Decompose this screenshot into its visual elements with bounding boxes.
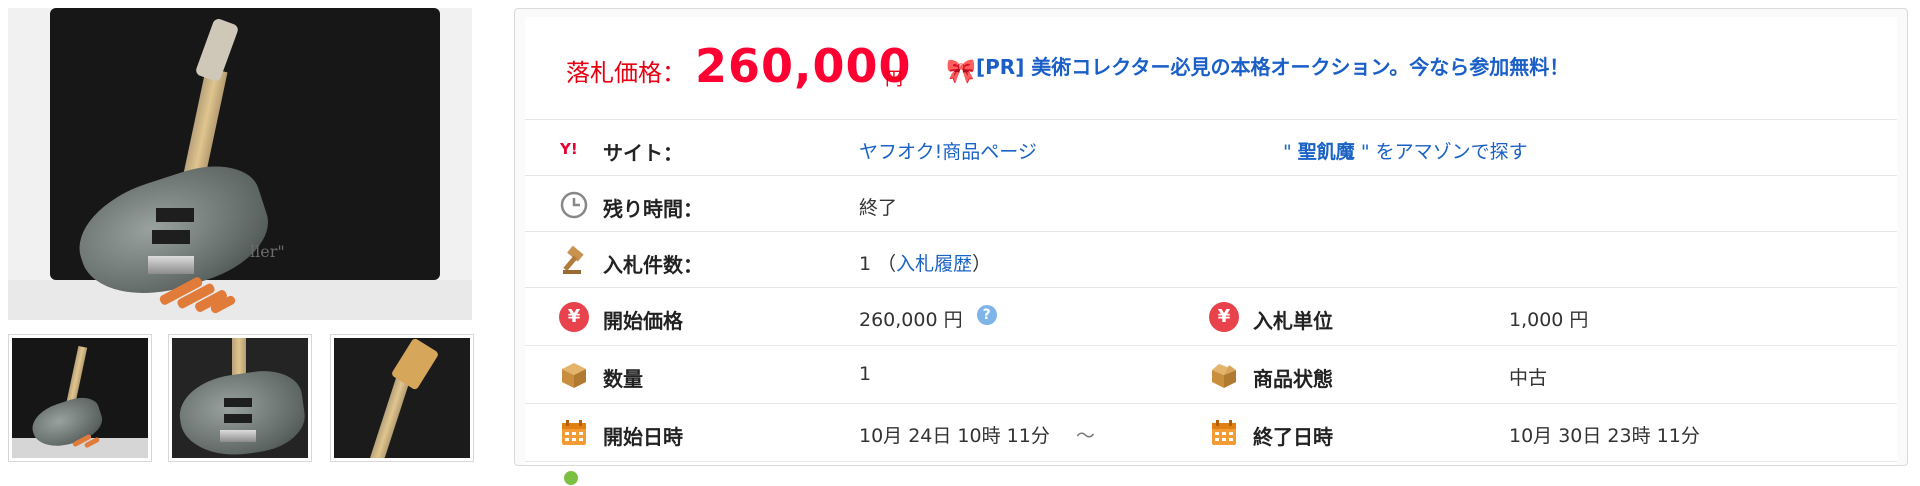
bid-count-number: 1 — [859, 253, 872, 275]
bid-unit-label: 入札単位 — [1253, 309, 1333, 333]
amazon-search-suffix: " をアマゾンで探す — [1354, 141, 1528, 163]
thumbnail-1[interactable] — [8, 334, 152, 462]
yen-icon: ¥ — [1209, 302, 1239, 332]
condition-label: 商品状態 — [1253, 367, 1333, 391]
price-details-row: ¥ 開始価格 260,000 円? ¥ 入札単位 1,000 円 — [525, 287, 1897, 346]
clock-icon — [560, 191, 588, 219]
quantity-label: 数量 — [603, 367, 643, 391]
next-row-partial — [525, 461, 1897, 485]
amazon-search-quote-open: " — [1283, 141, 1298, 163]
amazon-search-link[interactable]: " 聖飢魔 " をアマゾンで探す — [1283, 137, 1528, 164]
yahoo-auction-page-link[interactable]: ヤフオク!商品ページ — [859, 137, 1037, 164]
open-box-icon — [1212, 364, 1236, 388]
remaining-time-value: 終了 — [859, 197, 898, 219]
bid-history-paren-open: （ — [877, 253, 897, 275]
price-row: 落札価格： 260,000 円 🎀 [PR] 美術コレクター必見の本格オークショ… — [525, 17, 1897, 117]
bid-history-link[interactable]: 入札履歴 — [896, 253, 972, 275]
remaining-time-row: 残り時間： 終了 — [525, 175, 1897, 232]
bid-history-paren-close: ） — [972, 253, 992, 275]
start-price-amount: 260,000 円 — [859, 309, 963, 331]
bag-logo-text: ller" — [250, 242, 285, 261]
condition-value: 中古 — [1509, 367, 1548, 389]
main-product-photo[interactable]: ller" — [8, 8, 472, 320]
start-price-value: 260,000 円? — [859, 305, 997, 332]
start-date-label: 開始日時 — [603, 425, 683, 449]
start-date-value: 10月 24日 10時 11分 ～ — [859, 421, 1095, 448]
site-row: Y! サイト： ヤフオク!商品ページ " 聖飢魔 " をアマゾンで探す — [525, 119, 1897, 176]
calendar-icon — [562, 420, 586, 445]
auction-info-panel: 落札価格： 260,000 円 🎀 [PR] 美術コレクター必見の本格オークショ… — [514, 8, 1908, 485]
gavel-icon — [563, 246, 584, 274]
yen-icon: ¥ — [559, 302, 589, 332]
quantity-value: 1 — [859, 363, 872, 385]
end-date-value: 10月 30日 23時 11分 — [1509, 425, 1700, 447]
thumbnail-2[interactable] — [168, 334, 312, 462]
site-label: サイト： — [603, 141, 683, 165]
amazon-search-keyword: 聖飢魔 — [1297, 141, 1355, 163]
winning-price-value: 260,000 — [695, 39, 912, 93]
start-date-text: 10月 24日 10時 11分 — [859, 425, 1050, 447]
quantity-row: 数量 1 商品状態 中古 — [525, 345, 1897, 404]
thumbnail-3[interactable] — [330, 334, 474, 462]
svg-text:Y!: Y! — [559, 140, 578, 158]
calendar-icon — [1212, 420, 1236, 445]
end-date-label: 終了日時 — [1253, 425, 1333, 449]
bid-count-value: 1 （入札履歴） — [859, 249, 991, 276]
help-icon[interactable]: ? — [976, 305, 997, 325]
leaf-icon — [564, 471, 578, 485]
promo-link[interactable]: [PR] 美術コレクター必見の本格オークション。今なら参加無料！ — [976, 55, 1576, 79]
bid-unit-value: 1,000 円 — [1509, 309, 1589, 331]
date-row: 開始日時 10月 24日 10時 11分 ～ 終了日時 10月 30日 23時 1… — [525, 403, 1897, 462]
yahoo-logo-icon: Y! — [559, 140, 578, 158]
box-icon — [562, 363, 586, 388]
bid-count-row: 入札件数： 1 （入札履歴） — [525, 231, 1897, 288]
remaining-time-label: 残り時間： — [603, 197, 703, 221]
bid-count-label: 入札件数： — [603, 253, 703, 277]
start-price-label: 開始価格 — [603, 309, 683, 333]
ribbon-icon: 🎀 — [946, 57, 976, 85]
winning-price-unit: 円 — [885, 69, 903, 90]
date-range-tilde: ～ — [1075, 425, 1095, 447]
winning-price-label: 落札価格： — [566, 59, 686, 87]
